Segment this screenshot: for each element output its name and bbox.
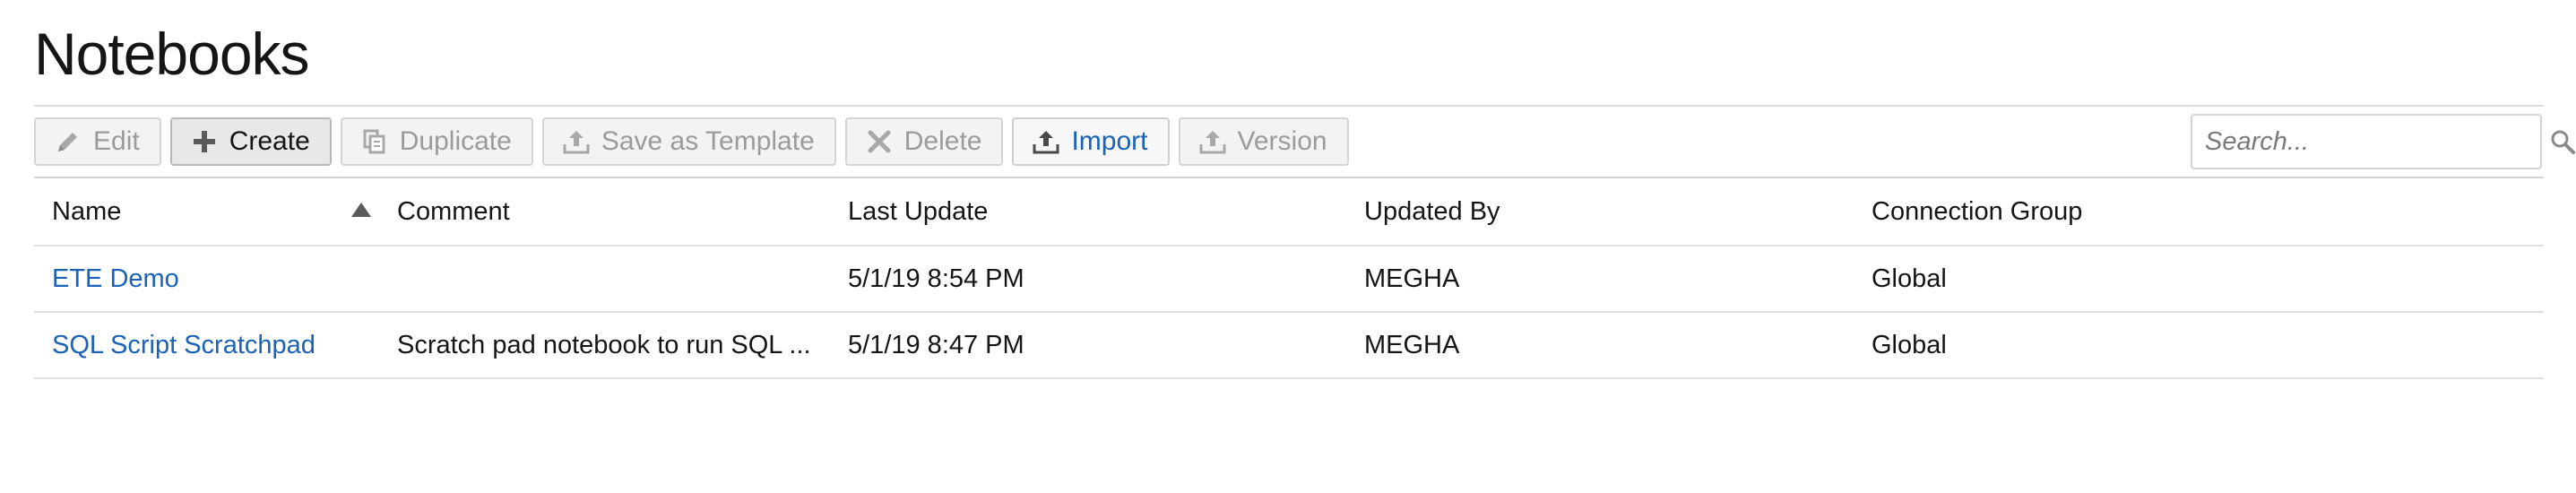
notebook-last-update: 5/1/19 8:47 PM [848, 330, 1024, 359]
plus-icon [188, 125, 220, 158]
table-row[interactable]: ETE Demo 5/1/19 8:54 PM MEGHA Global [34, 246, 2544, 313]
column-header-connection-group[interactable]: Connection Group [1871, 178, 2499, 245]
notebook-last-update: 5/1/19 8:54 PM [848, 264, 1024, 293]
create-label: Create [229, 126, 310, 156]
column-header-updated-by[interactable]: Updated By [1364, 178, 1866, 245]
page-title: Notebooks [34, 21, 310, 87]
duplicate-label: Duplicate [399, 126, 512, 156]
notebook-connection-group: Global [1871, 264, 1947, 293]
version-label: Version [1237, 126, 1327, 156]
notebook-name-link[interactable]: ETE Demo [52, 246, 384, 311]
sort-ascending-icon[interactable] [351, 203, 371, 217]
notebook-name-link[interactable]: SQL Script Scratchpad [52, 313, 384, 377]
delete-label: Delete [903, 126, 982, 156]
column-header-name[interactable]: Name [52, 178, 384, 245]
pencil-icon [52, 125, 84, 158]
upload-icon [1197, 125, 1229, 158]
save-as-template-label: Save as Template [601, 126, 815, 156]
duplicate-button[interactable]: Duplicate [340, 117, 533, 166]
edit-label: Edit [93, 126, 140, 156]
table-header-row: Name Comment Last Update Updated By Conn… [34, 178, 2544, 246]
upload-icon [560, 125, 592, 158]
delete-button[interactable]: Delete [844, 117, 1004, 166]
edit-button[interactable]: Edit [34, 117, 161, 166]
upload-icon [1030, 125, 1062, 158]
notebook-connection-group: Global [1871, 330, 1947, 359]
notebook-comment [397, 246, 845, 311]
version-button[interactable]: Version [1178, 117, 1349, 166]
import-label: Import [1071, 126, 1148, 156]
notebook-comment: Scratch pad notebook to run SQL ... [397, 330, 811, 359]
notebook-updated-by: MEGHA [1364, 264, 1460, 293]
save-as-template-button[interactable]: Save as Template [541, 117, 836, 166]
search-icon[interactable] [2549, 126, 2576, 157]
column-header-last-update[interactable]: Last Update [848, 178, 1350, 245]
search-input[interactable] [2203, 115, 2549, 169]
x-icon [863, 125, 895, 158]
table-row[interactable]: SQL Script Scratchpad Scratch pad notebo… [34, 313, 2544, 379]
toolbar: Edit Create Duplicate Save as Template D… [34, 117, 1349, 166]
notebook-updated-by: MEGHA [1364, 330, 1460, 359]
column-header-comment[interactable]: Comment [397, 178, 845, 245]
notebooks-page: Notebooks Edit Create Duplicate Save as … [0, 0, 2576, 493]
import-button[interactable]: Import [1012, 117, 1170, 166]
search-box [2191, 114, 2575, 169]
title-divider [34, 105, 2544, 107]
notebooks-table: Name Comment Last Update Updated By Conn… [34, 178, 2544, 379]
duplicate-icon [359, 125, 391, 158]
create-button[interactable]: Create [169, 117, 332, 166]
